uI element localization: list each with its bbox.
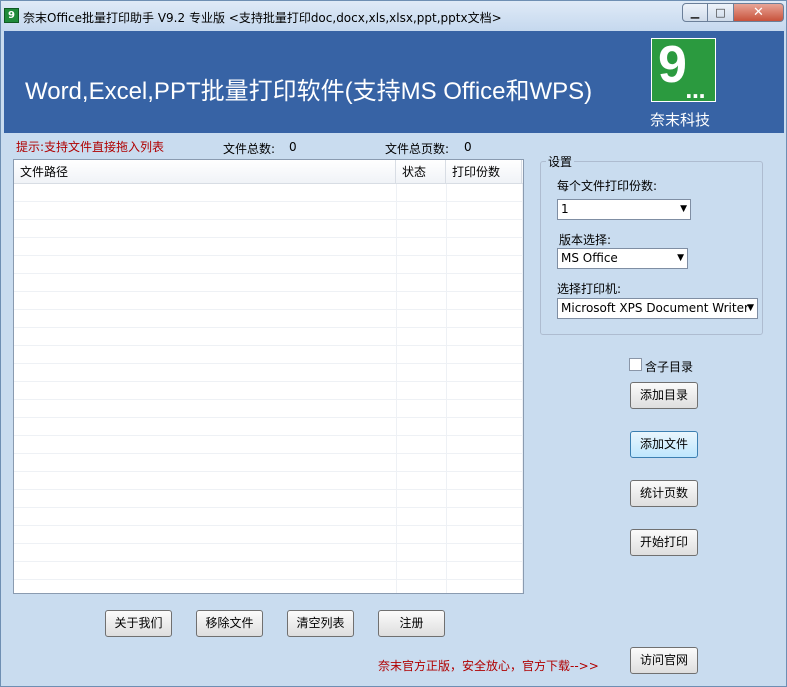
empty-table-row [14, 544, 523, 562]
banner-title: Word,Excel,PPT批量打印软件(支持MS Office和WPS) [25, 78, 593, 105]
empty-table-row [14, 328, 523, 346]
empty-table-row [14, 220, 523, 238]
drag-drop-hint: 提示:支持文件直接拖入列表 [16, 140, 165, 154]
empty-table-row [14, 346, 523, 364]
chevron-down-icon: ▼ [677, 253, 684, 263]
file-count-label: 文件总数: [223, 142, 276, 156]
company-logo: 9 ... [651, 36, 716, 103]
maximize-button[interactable]: □ [708, 3, 734, 22]
empty-table-row [14, 202, 523, 220]
logo-caption: 奈末科技 [650, 111, 711, 129]
add-file-button[interactable]: 添加文件 [630, 431, 698, 458]
column-header-file-path[interactable]: 文件路径 [14, 160, 396, 184]
empty-table-row [14, 256, 523, 274]
chevron-down-icon: ▼ [680, 204, 687, 214]
table-body [14, 184, 523, 593]
empty-table-row [14, 580, 523, 593]
logo-dots: ... [685, 79, 706, 103]
maximize-icon: □ [715, 6, 726, 19]
empty-table-row [14, 184, 523, 202]
empty-table-row [14, 400, 523, 418]
empty-table-row [14, 418, 523, 436]
copies-select-value: 1 [561, 202, 569, 216]
printer-label: 选择打印机: [557, 282, 622, 296]
window-title: 奈末Office批量打印助手 V9.2 专业版 <支持批量打印doc,docx,… [23, 11, 502, 25]
add-dir-button[interactable]: 添加目录 [630, 382, 698, 409]
settings-legend: 设置 [546, 153, 575, 170]
count-pages-button[interactable]: 统计页数 [630, 480, 698, 507]
chevron-down-icon: ▼ [747, 303, 754, 313]
file-list-table[interactable]: 文件路径 状态 打印份数 [13, 159, 524, 594]
close-icon: ✕ [753, 5, 764, 20]
remove-file-button[interactable]: 移除文件 [196, 610, 263, 637]
empty-table-row [14, 292, 523, 310]
empty-table-row [14, 562, 523, 580]
page-count-value: 0 [464, 140, 472, 154]
title-bar: 9 奈末Office批量打印助手 V9.2 专业版 <支持批量打印doc,doc… [1, 1, 786, 31]
column-header-status[interactable]: 状态 [396, 160, 446, 184]
start-print-button[interactable]: 开始打印 [630, 529, 698, 556]
empty-table-row [14, 238, 523, 256]
header-banner: Word,Excel,PPT批量打印软件(支持MS Office和WPS) 9 … [4, 31, 784, 133]
app-icon: 9 [4, 8, 19, 23]
empty-table-row [14, 526, 523, 544]
empty-table-row [14, 436, 523, 454]
official-download-note: 奈末官方正版，安全放心，官方下载-->> [378, 659, 599, 673]
visit-site-button[interactable]: 访问官网 [630, 647, 698, 674]
logo-number: 9 [658, 36, 687, 94]
minimize-icon: ▁ [690, 6, 700, 19]
empty-table-row [14, 472, 523, 490]
include-subdir-label[interactable]: 含子目录 [645, 358, 693, 375]
version-label: 版本选择: [559, 233, 612, 247]
empty-table-row [14, 364, 523, 382]
register-button[interactable]: 注册 [378, 610, 445, 637]
include-subdir-checkbox[interactable] [629, 358, 642, 371]
empty-table-row [14, 454, 523, 472]
version-select[interactable]: MS Office ▼ [557, 248, 688, 269]
empty-table-row [14, 274, 523, 292]
empty-table-row [14, 310, 523, 328]
printer-select[interactable]: Microsoft XPS Document Writer ▼ [557, 298, 758, 319]
window-controls: ▁ □ ✕ [682, 3, 784, 22]
empty-table-row [14, 490, 523, 508]
file-count-value: 0 [289, 140, 297, 154]
copies-select[interactable]: 1 ▼ [557, 199, 691, 220]
printer-select-value: Microsoft XPS Document Writer [561, 301, 749, 315]
app-window: 9 奈末Office批量打印助手 V9.2 专业版 <支持批量打印doc,doc… [0, 0, 787, 687]
column-header-copies[interactable]: 打印份数 [446, 160, 522, 184]
empty-table-row [14, 382, 523, 400]
close-button[interactable]: ✕ [734, 3, 784, 22]
page-count-label: 文件总页数: [385, 142, 450, 156]
version-select-value: MS Office [561, 251, 618, 265]
empty-table-row [14, 508, 523, 526]
minimize-button[interactable]: ▁ [682, 3, 708, 22]
clear-list-button[interactable]: 清空列表 [287, 610, 354, 637]
copies-label: 每个文件打印份数: [557, 179, 658, 193]
about-button[interactable]: 关于我们 [105, 610, 172, 637]
table-header: 文件路径 状态 打印份数 [14, 160, 523, 184]
